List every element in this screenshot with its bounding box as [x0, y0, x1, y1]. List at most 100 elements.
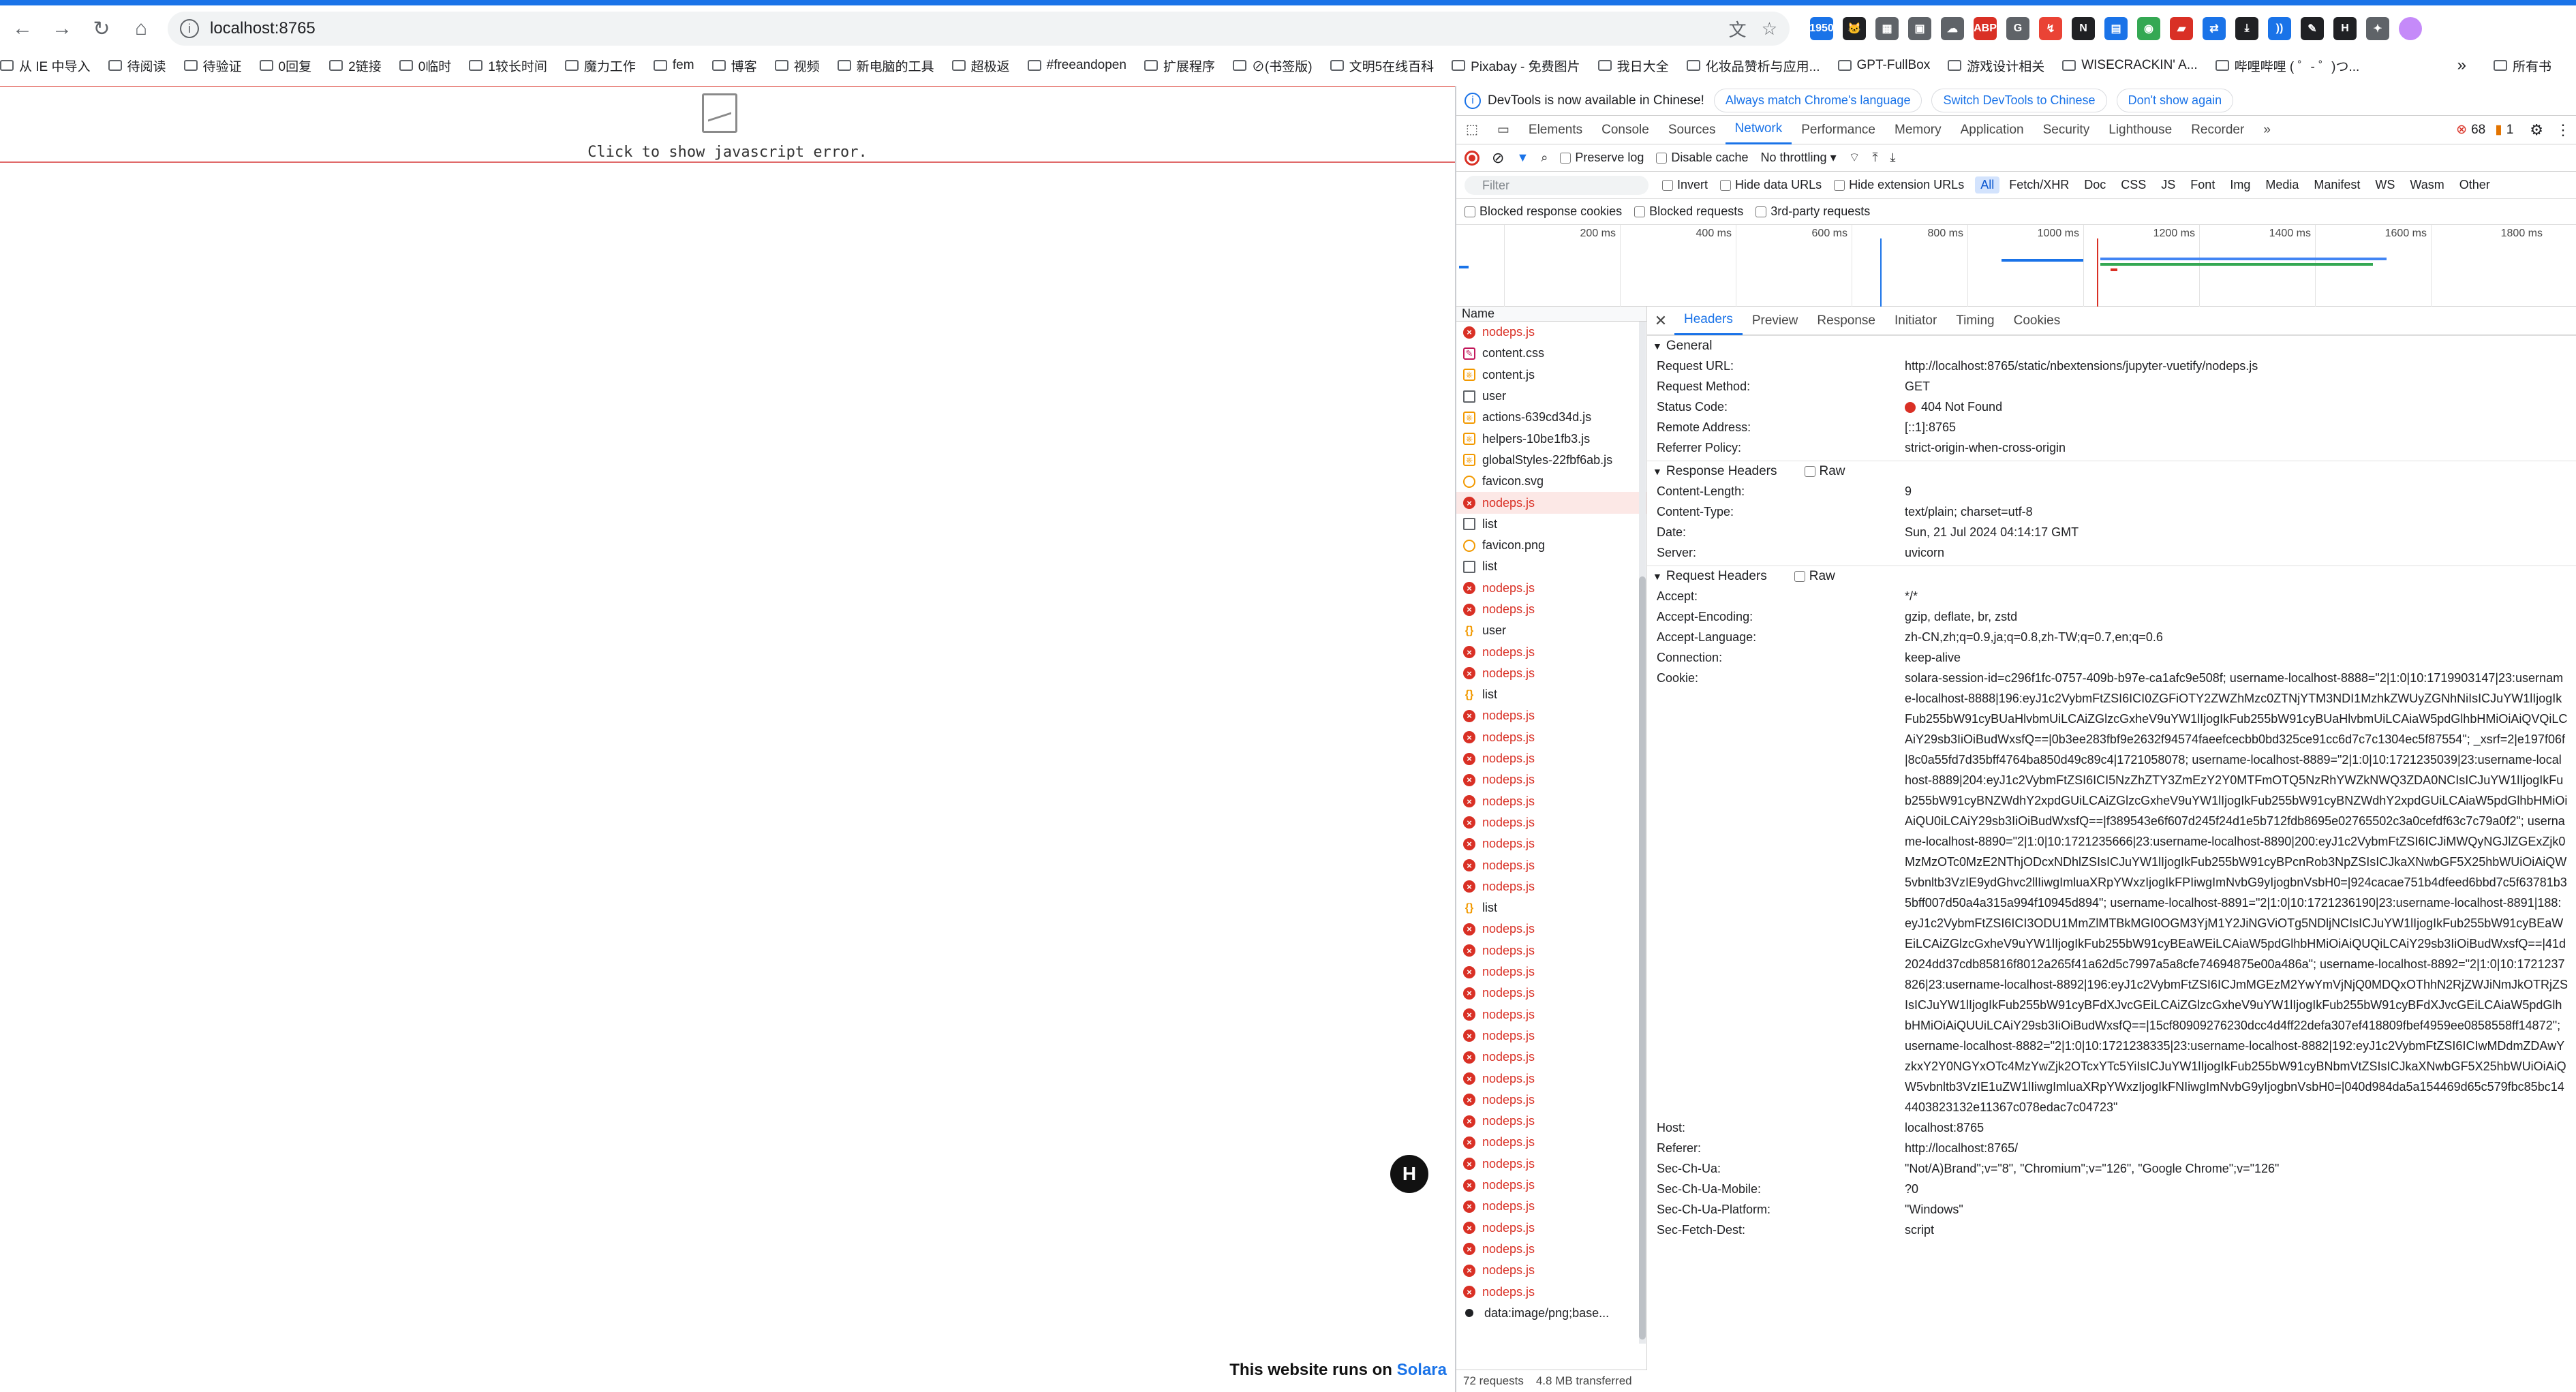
bookmark-item[interactable]: 0回复 — [259, 57, 311, 75]
throttling-select[interactable]: No throttling ▾ — [1760, 151, 1836, 165]
detail-tab-cookies[interactable]: Cookies — [2004, 307, 2070, 335]
request-row[interactable]: × nodeps.js — [1456, 599, 1646, 620]
profile-avatar[interactable] — [2399, 17, 2422, 40]
tab-sources[interactable]: Sources — [1659, 116, 1726, 144]
javascript-error-banner[interactable]: Click to show javascript error. — [0, 87, 1455, 163]
response-headers-section-header[interactable]: ▼ Response Headers Raw — [1647, 461, 2576, 481]
request-row[interactable]: list — [1456, 514, 1646, 535]
match-language-button[interactable]: Always match Chrome's language — [1713, 89, 1922, 112]
kebab-menu-icon[interactable]: ⋮ — [2556, 121, 2571, 139]
error-text[interactable]: Click to show javascript error. — [0, 144, 1455, 161]
tab-elements[interactable]: Elements — [1519, 116, 1592, 144]
site-info-icon[interactable]: i — [180, 19, 199, 38]
bookmark-item[interactable]: 从 IE 中导入 — [0, 57, 91, 75]
ext-notion-icon[interactable]: N — [2072, 17, 2095, 40]
request-row[interactable]: × nodeps.js — [1456, 940, 1646, 961]
header-value[interactable]: Sun, 21 Jul 2024 04:14:17 GMT — [1905, 522, 2576, 542]
request-row[interactable]: × nodeps.js — [1456, 492, 1646, 514]
request-row[interactable]: × nodeps.js — [1456, 1175, 1646, 1196]
request-row[interactable]: × nodeps.js — [1456, 1089, 1646, 1111]
header-value[interactable]: 9 — [1905, 481, 2576, 501]
bookmark-item[interactable]: 文明5在线百科 — [1330, 57, 1434, 75]
bookmark-item[interactable]: 我日大全 — [1597, 57, 1669, 75]
request-row[interactable]: ⎈ content.js — [1456, 365, 1646, 386]
filter-input[interactable]: Filter — [1465, 175, 1649, 195]
upload-icon[interactable]: ⤒ — [1873, 151, 1878, 165]
request-row[interactable]: {} list — [1456, 684, 1646, 705]
close-icon[interactable]: ✕ — [1647, 312, 1674, 330]
reload-icon[interactable]: ↻ — [85, 12, 119, 46]
blocked-cookies-checkbox[interactable]: Blocked response cookies — [1465, 204, 1622, 219]
request-row[interactable]: × nodeps.js — [1456, 748, 1646, 769]
third-party-checkbox[interactable]: 3rd-party requests — [1755, 204, 1870, 219]
request-row[interactable]: × nodeps.js — [1456, 1281, 1646, 1302]
filter-type-font[interactable]: Font — [2185, 176, 2220, 194]
header-value[interactable]: 404 Not Found — [1905, 397, 2576, 417]
all-bookmarks[interactable]: 所有书 — [2493, 57, 2551, 75]
request-row[interactable]: × nodeps.js — [1456, 791, 1646, 812]
request-row[interactable]: × nodeps.js — [1456, 1154, 1646, 1175]
request-row[interactable]: × nodeps.js — [1456, 1196, 1646, 1217]
ext-1950-icon[interactable]: 1950 — [1809, 17, 1834, 40]
header-value[interactable]: GET — [1905, 376, 2576, 397]
header-value[interactable]: localhost:8765 — [1905, 1117, 2576, 1138]
settings-gear-icon[interactable]: ⚙ — [2530, 121, 2543, 139]
ext-tiles-icon[interactable]: ▦ — [1875, 17, 1899, 40]
request-row[interactable]: × nodeps.js — [1456, 1260, 1646, 1281]
tab-performance[interactable]: Performance — [1792, 116, 1885, 144]
bookmark-item[interactable]: GPT-FullBox — [1837, 58, 1930, 73]
hide-data-urls-checkbox[interactable]: Hide data URLs — [1720, 178, 1822, 192]
bookmark-item[interactable]: 哔哩哔哩 ( ゜- ゜)つ... — [2215, 57, 2359, 75]
request-row[interactable]: × nodeps.js — [1456, 1068, 1646, 1089]
request-row[interactable]: ⎈ helpers-10be1fb3.js — [1456, 428, 1646, 449]
request-row[interactable]: × nodeps.js — [1456, 983, 1646, 1004]
bookmark-item[interactable]: 1较长时间 — [469, 57, 547, 75]
request-raw-checkbox[interactable]: Raw — [1794, 569, 1835, 584]
detail-tab-initiator[interactable]: Initiator — [1885, 307, 1946, 335]
header-value[interactable]: [::1]:8765 — [1905, 417, 2576, 437]
bookmark-item[interactable]: 博客 — [711, 57, 757, 75]
home-icon[interactable]: ⌂ — [124, 12, 158, 46]
request-row[interactable]: × nodeps.js — [1456, 833, 1646, 854]
request-row[interactable]: × nodeps.js — [1456, 641, 1646, 662]
disable-cache-checkbox[interactable]: Disable cache — [1656, 151, 1748, 165]
ext-dl-icon[interactable]: ⤓ — [2235, 17, 2258, 40]
bookmark-star-icon[interactable]: ☆ — [1762, 18, 1777, 40]
request-row[interactable]: × nodeps.js — [1456, 1132, 1646, 1153]
filter-type-css[interactable]: CSS — [2115, 176, 2151, 194]
detail-tab-timing[interactable]: Timing — [1946, 307, 2004, 335]
request-row[interactable]: × nodeps.js — [1456, 663, 1646, 684]
bookmark-item[interactable]: 游戏设计相关 — [1948, 57, 2044, 75]
tab-console[interactable]: Console — [1592, 116, 1659, 144]
device-toolbar-icon[interactable]: ▭ — [1488, 116, 1519, 144]
filter-type-media[interactable]: Media — [2260, 176, 2304, 194]
tab-network[interactable]: Network — [1725, 116, 1792, 144]
header-value[interactable]: */* — [1905, 586, 2576, 606]
search-icon[interactable]: ⌕ — [1541, 151, 1548, 165]
ext-tr-icon[interactable]: ⇄ — [2203, 17, 2226, 40]
devtools-counters[interactable]: ⊗ 68 ▮ 1 ⚙ ⋮ — [2456, 121, 2576, 139]
request-row[interactable]: × nodeps.js — [1456, 727, 1646, 748]
ext-green-icon[interactable]: ◉ — [2137, 17, 2160, 40]
ext-cloud-icon[interactable]: ☁ — [1941, 17, 1964, 40]
ext-wave-icon[interactable]: )) — [2268, 17, 2291, 40]
invert-checkbox[interactable]: Invert — [1662, 178, 1708, 192]
ext-puzzle-icon[interactable]: ✦ — [2366, 17, 2389, 40]
request-row[interactable]: {} list — [1456, 897, 1646, 918]
tab-application[interactable]: Application — [1951, 116, 2034, 144]
network-timeline-overview[interactable]: 1800 ms 1600 ms 1400 ms 1200 ms 1000 ms 800 m… — [1456, 225, 2576, 307]
bookmark-item[interactable]: 待阅读 — [108, 57, 166, 75]
header-value[interactable]: ?0 — [1905, 1179, 2576, 1199]
request-row[interactable]: × nodeps.js — [1456, 1025, 1646, 1047]
request-row[interactable]: {} user — [1456, 620, 1646, 641]
request-row[interactable]: × nodeps.js — [1456, 1239, 1646, 1260]
bookmarks-overflow-icon[interactable]: » — [2457, 56, 2466, 75]
filter-type-other[interactable]: Other — [2454, 176, 2496, 194]
filter-type-img[interactable]: Img — [2224, 176, 2256, 194]
ext-red-icon[interactable]: ↯ — [2039, 17, 2062, 40]
request-row[interactable]: ✎ content.css — [1456, 343, 1646, 364]
request-row[interactable]: × nodeps.js — [1456, 769, 1646, 790]
request-row[interactable]: data:image/png;base... — [1456, 1303, 1646, 1324]
filter-type-js[interactable]: JS — [2156, 176, 2181, 194]
tab-security[interactable]: Security — [2034, 116, 2100, 144]
